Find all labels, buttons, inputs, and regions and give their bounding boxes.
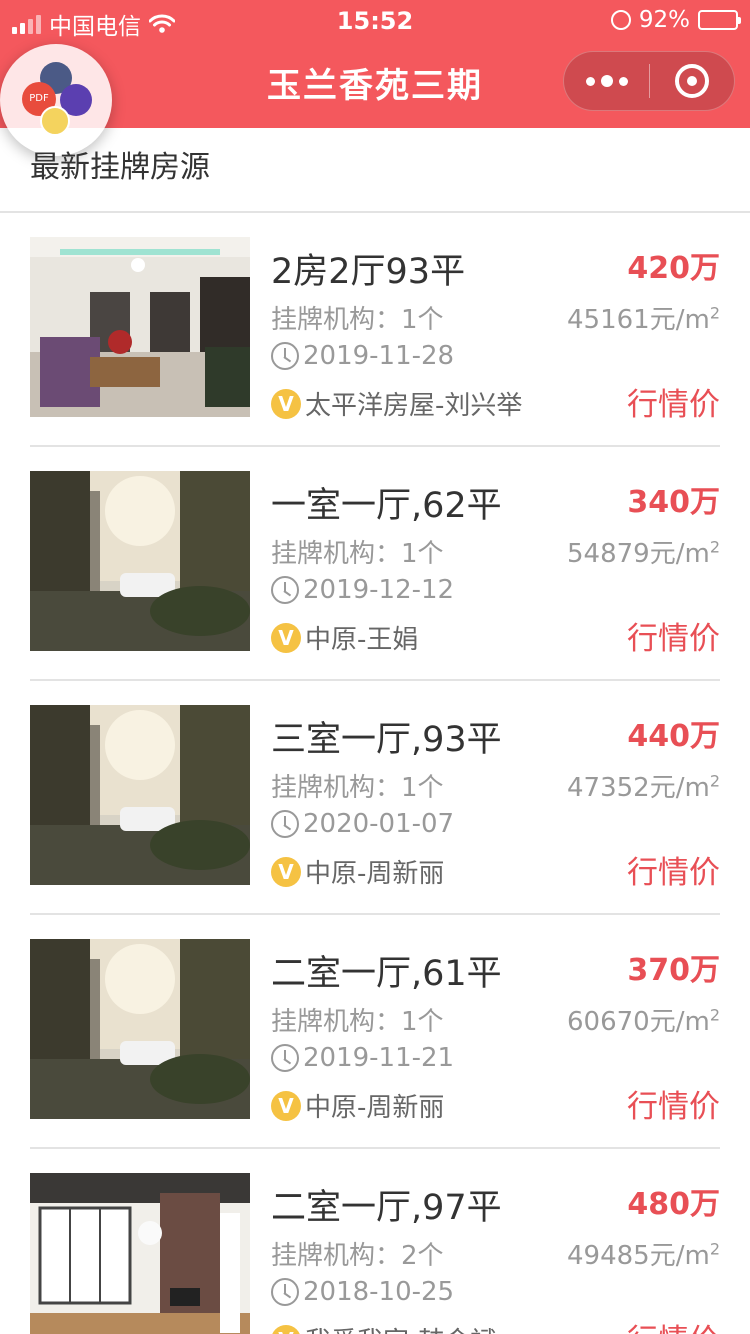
listing-agent-row: V 中原-周新丽 xyxy=(271,853,444,890)
battery-icon xyxy=(698,10,741,30)
listing-unit-price: 45161元/m2 xyxy=(567,303,720,335)
listing-agent-row: V 中原-王娟 xyxy=(271,619,418,656)
clock-icon xyxy=(271,1278,299,1306)
listing-date: 2019-12-12 xyxy=(303,575,455,605)
listing-agent: 太平洋房屋-刘兴举 xyxy=(305,391,523,421)
listing-title: 二室一厅,61平 xyxy=(271,954,502,994)
section-title: 最新挂牌房源 xyxy=(30,150,210,185)
listing-agency-count: 挂牌机构：1个 xyxy=(271,773,444,803)
market-price-link[interactable]: 行情价 xyxy=(627,1081,720,1126)
listing-agency-count: 挂牌机构：2个 xyxy=(271,1241,444,1271)
more-menu-icon[interactable] xyxy=(564,51,649,111)
listing-divider xyxy=(30,913,720,915)
listing-date-row: 2019-11-28 xyxy=(271,341,454,371)
listing-title: 一室一厅,62平 xyxy=(271,486,502,526)
market-price-link[interactable]: 行情价 xyxy=(627,847,720,892)
listing-agency-count: 挂牌机构：1个 xyxy=(271,305,444,335)
market-price-link[interactable]: 行情价 xyxy=(627,613,720,658)
clock-icon xyxy=(271,810,299,838)
listing-date-row: 2018-10-25 xyxy=(271,1277,454,1307)
listing-card[interactable]: 三室一厅,93平 440万 挂牌机构：1个 47352元/m2 2020-01-… xyxy=(30,705,720,939)
listing-agent: 中原-王娟 xyxy=(305,625,419,655)
listing-unit-price: 47352元/m2 xyxy=(567,771,720,803)
listing-price: 440万 xyxy=(627,719,720,754)
listing-unit-price: 54879元/m2 xyxy=(567,537,720,569)
app-icon-yellow xyxy=(40,106,70,136)
listing-title: 2房2厅93平 xyxy=(271,252,466,292)
listing-price: 480万 xyxy=(627,1187,720,1222)
listing-card[interactable]: 2房2厅93平 420万 挂牌机构：1个 45161元/m2 2019-11-2… xyxy=(30,237,720,471)
listing-photo xyxy=(30,237,250,417)
clock-icon xyxy=(271,1044,299,1072)
listing-price: 420万 xyxy=(627,251,720,286)
listing-price: 370万 xyxy=(627,953,720,988)
listing-card[interactable]: 一室一厅,62平 340万 挂牌机构：1个 54879元/m2 2019-12-… xyxy=(30,471,720,705)
floating-window-bubble[interactable]: PDF xyxy=(0,44,112,156)
alarm-icon xyxy=(610,10,631,30)
listing-agency-count: 挂牌机构：1个 xyxy=(271,1007,444,1037)
listing-photo xyxy=(30,471,250,651)
miniprogram-capsule xyxy=(563,51,735,111)
listing-agent-row: V 太平洋房屋-刘兴举 xyxy=(271,385,522,422)
listing-date-row: 2019-11-21 xyxy=(271,1043,454,1073)
section-divider xyxy=(0,211,750,213)
listing-photo xyxy=(30,705,250,885)
status-bar: 中国电信 15:52 92% xyxy=(0,0,750,42)
status-right: 92% xyxy=(610,7,741,33)
verified-badge-icon: V xyxy=(271,1324,301,1334)
listing-agent: 中原-周新丽 xyxy=(305,859,445,889)
battery-percent: 92% xyxy=(638,7,690,33)
listing-agent: 我爱我家-韩金斌 xyxy=(305,1321,496,1334)
listing-agent: 中原-周新丽 xyxy=(305,1093,445,1123)
listing-photo xyxy=(30,1173,250,1334)
listing-price: 340万 xyxy=(627,485,720,520)
market-price-link[interactable]: 行情价 xyxy=(627,1315,720,1334)
close-miniprogram-icon[interactable] xyxy=(650,51,734,111)
listing-divider xyxy=(30,1147,720,1149)
listing-date-row: 2019-12-12 xyxy=(271,575,454,605)
clock-icon xyxy=(271,342,299,370)
verified-badge-icon: V xyxy=(271,1090,301,1121)
listing-photo xyxy=(30,939,250,1119)
listing-agent-row: V 我爱我家-韩金斌 xyxy=(271,1321,496,1334)
listing-divider xyxy=(30,445,720,447)
listing-date: 2020-01-07 xyxy=(303,809,455,839)
verified-badge-icon: V xyxy=(271,622,301,653)
clock-icon xyxy=(271,576,299,604)
listing-date: 2019-11-21 xyxy=(303,1043,455,1073)
listing-card[interactable]: 二室一厅,61平 370万 挂牌机构：1个 60670元/m2 2019-11-… xyxy=(30,939,720,1173)
listing-agent-row: V 中原-周新丽 xyxy=(271,1087,444,1124)
listing-card[interactable]: 二室一厅,97平 480万 挂牌机构：2个 49485元/m2 2018-10-… xyxy=(30,1173,720,1334)
verified-badge-icon: V xyxy=(271,388,301,419)
top-bar: 中国电信 15:52 92% 玉兰香苑三期 xyxy=(0,0,750,128)
verified-badge-icon: V xyxy=(271,856,301,887)
listing-date: 2018-10-25 xyxy=(303,1277,455,1307)
listing-unit-price: 49485元/m2 xyxy=(567,1239,720,1271)
listing-unit-price: 60670元/m2 xyxy=(567,1005,720,1037)
listing-date: 2019-11-28 xyxy=(303,341,455,371)
listing-date-row: 2020-01-07 xyxy=(271,809,454,839)
listing-title: 三室一厅,93平 xyxy=(271,720,502,760)
listing-title: 二室一厅,97平 xyxy=(271,1188,502,1228)
market-price-link[interactable]: 行情价 xyxy=(627,379,720,424)
listing-agency-count: 挂牌机构：1个 xyxy=(271,539,444,569)
listing-divider xyxy=(30,679,720,681)
